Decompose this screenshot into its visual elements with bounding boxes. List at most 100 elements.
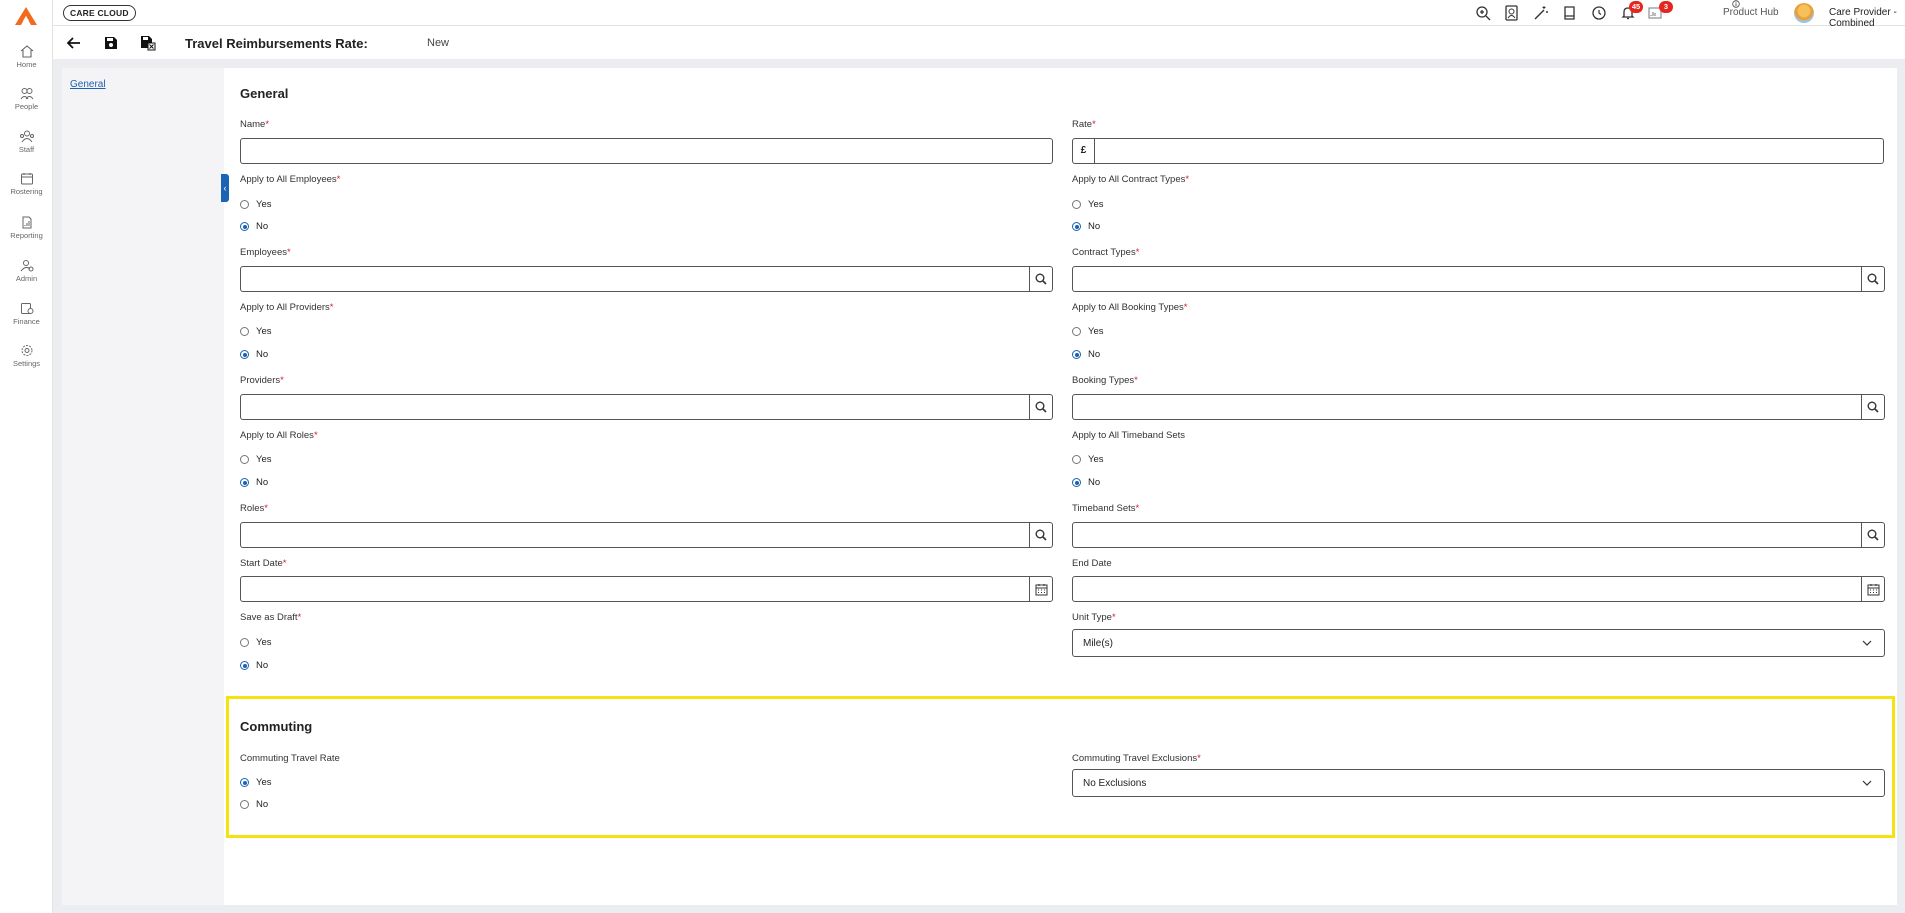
save-icon[interactable]	[102, 34, 120, 52]
radio-button[interactable]	[240, 800, 249, 809]
user-avatar[interactable]	[1794, 3, 1814, 23]
end-date-field[interactable]	[1072, 576, 1885, 602]
start-date-label: Start Date*	[240, 558, 287, 569]
zoom-in-icon[interactable]	[1474, 4, 1492, 22]
rate-input[interactable]	[1095, 139, 1883, 163]
roles-field[interactable]	[240, 522, 1053, 548]
end-date-input[interactable]	[1073, 577, 1884, 601]
radio-button-selected[interactable]	[240, 778, 249, 787]
radio-button-selected[interactable]	[1072, 222, 1081, 231]
history-icon[interactable]	[1590, 4, 1608, 22]
radio-button[interactable]	[1072, 327, 1081, 336]
booking-types-search-button[interactable]	[1861, 395, 1884, 419]
all-booking-types-no-radio[interactable]: No	[1072, 349, 1100, 360]
rail-item-finance[interactable]: Finance	[0, 302, 53, 326]
commuting-rate-yes-radio[interactable]: Yes	[240, 777, 272, 788]
rail-item-settings[interactable]: Settings	[0, 344, 53, 368]
name-field[interactable]	[240, 138, 1053, 164]
radio-button[interactable]	[240, 327, 249, 336]
start-date-input[interactable]	[241, 577, 1052, 601]
all-employees-yes-radio[interactable]: Yes	[240, 199, 272, 210]
start-date-picker-button[interactable]	[1029, 577, 1052, 601]
commuting-exclusions-select[interactable]: No Exclusions	[1072, 769, 1885, 797]
all-roles-no-radio[interactable]: No	[240, 477, 268, 488]
all-contract-types-label: Apply to All Contract Types*	[1072, 174, 1190, 185]
save-and-close-icon[interactable]	[139, 34, 157, 52]
radio-button-selected[interactable]	[1072, 350, 1081, 359]
commuting-rate-no-radio[interactable]: No	[240, 799, 268, 810]
all-providers-no-radio[interactable]: No	[240, 349, 268, 360]
currency-prefix: £	[1072, 138, 1095, 164]
all-roles-yes-radio[interactable]: Yes	[240, 454, 272, 465]
unit-type-select[interactable]: Mile(s)	[1072, 629, 1885, 657]
info-icon[interactable]	[1732, 0, 1740, 8]
timeband-sets-field[interactable]	[1072, 522, 1885, 548]
employees-search-button[interactable]	[1029, 267, 1052, 291]
radio-button[interactable]	[1072, 455, 1081, 464]
roles-search-button[interactable]	[1029, 523, 1052, 547]
all-booking-types-yes-radio[interactable]: Yes	[1072, 326, 1104, 337]
all-contract-types-no-radio[interactable]: No	[1072, 221, 1100, 232]
all-timeband-sets-yes-radio[interactable]: Yes	[1072, 454, 1104, 465]
all-timeband-sets-no-radio[interactable]: No	[1072, 477, 1100, 488]
end-date-picker-button[interactable]	[1861, 577, 1884, 601]
timeband-sets-input[interactable]	[1073, 523, 1884, 547]
providers-input[interactable]	[241, 395, 1052, 419]
providers-field[interactable]	[240, 394, 1053, 420]
contract-types-search-button[interactable]	[1861, 267, 1884, 291]
save-draft-yes-radio[interactable]: Yes	[240, 637, 272, 648]
radio-button[interactable]	[240, 200, 249, 209]
rail-item-admin[interactable]: Admin	[0, 259, 53, 283]
rate-field[interactable]	[1094, 138, 1884, 164]
contract-types-field[interactable]	[1072, 266, 1885, 292]
app-logo[interactable]	[14, 6, 38, 26]
radio-button-selected[interactable]	[1072, 478, 1081, 487]
employees-field[interactable]	[240, 266, 1053, 292]
commuting-rate-label: Commuting Travel Rate	[240, 753, 340, 764]
radio-button-selected[interactable]	[240, 661, 249, 670]
radio-button-selected[interactable]	[240, 478, 249, 487]
all-providers-yes-radio[interactable]: Yes	[240, 326, 272, 337]
page-status: New	[427, 37, 450, 49]
brand-badge[interactable]: CARE CLOUD	[63, 5, 136, 21]
providers-search-button[interactable]	[1029, 395, 1052, 419]
required-marker: *	[336, 174, 341, 185]
rail-label-staff: Staff	[18, 145, 35, 154]
rail-item-people[interactable]: People	[0, 87, 53, 111]
rail-item-staff[interactable]: Staff	[0, 130, 53, 154]
start-date-field[interactable]	[240, 576, 1053, 602]
required-marker: *	[329, 302, 334, 313]
contract-types-input[interactable]	[1073, 267, 1884, 291]
roles-input[interactable]	[241, 523, 1052, 547]
booking-types-field[interactable]	[1072, 394, 1885, 420]
employees-input[interactable]	[241, 267, 1052, 291]
all-employees-no-radio[interactable]: No	[240, 221, 268, 232]
radio-button-selected[interactable]	[240, 222, 249, 231]
reporting-icon	[22, 216, 31, 229]
back-arrow-icon[interactable]	[65, 34, 83, 52]
commuting-exclusions-value: No Exclusions	[1083, 778, 1147, 789]
rail-item-home[interactable]: Home	[0, 45, 53, 69]
people-icon	[20, 88, 33, 100]
radio-button[interactable]	[240, 455, 249, 464]
radio-button[interactable]	[240, 638, 249, 647]
rail-item-reporting[interactable]: Reporting	[0, 216, 53, 240]
rail-label-people: People	[14, 102, 39, 111]
search-person-icon[interactable]	[1503, 4, 1521, 22]
product-hub-link[interactable]: Product Hub	[1723, 7, 1779, 18]
magic-wand-icon[interactable]	[1532, 4, 1550, 22]
book-icon[interactable]	[1561, 4, 1579, 22]
name-input[interactable]	[241, 139, 1052, 163]
general-heading: General	[240, 86, 289, 101]
save-draft-label: Save as Draft*	[240, 612, 302, 623]
rail-item-rostering[interactable]: Rostering	[0, 172, 53, 196]
required-marker: *	[297, 612, 302, 623]
radio-button-selected[interactable]	[240, 350, 249, 359]
section-link-general[interactable]: General	[70, 79, 106, 90]
booking-types-input[interactable]	[1073, 395, 1884, 419]
timeband-sets-search-button[interactable]	[1861, 523, 1884, 547]
all-contract-types-yes-radio[interactable]: Yes	[1072, 199, 1104, 210]
radio-button[interactable]	[1072, 200, 1081, 209]
collapse-nav-button[interactable]: ‹	[221, 174, 229, 202]
save-draft-no-radio[interactable]: No	[240, 660, 268, 671]
